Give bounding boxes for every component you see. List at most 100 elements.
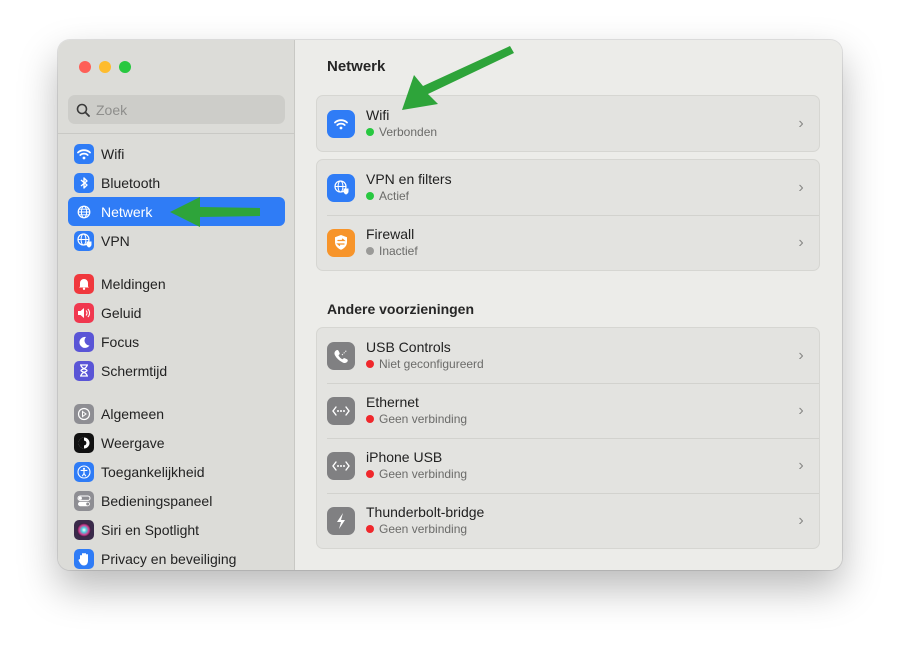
row-text: iPhone USB Geen verbinding bbox=[366, 449, 789, 482]
service-title: Wifi bbox=[366, 107, 390, 123]
sidebar-item-weergave[interactable]: Weergave bbox=[68, 428, 285, 457]
network-service-wifi[interactable]: Wifi Verbonden › bbox=[317, 96, 819, 151]
hourglass-icon bbox=[74, 360, 94, 381]
chevron-right-icon[interactable]: › bbox=[789, 234, 813, 252]
sidebar-item-label: Privacy en beveiliging bbox=[101, 550, 237, 567]
chevron-right-icon[interactable]: › bbox=[789, 347, 813, 365]
status-text: Geen verbinding bbox=[379, 522, 468, 536]
vpn-globe-icon bbox=[74, 230, 94, 251]
thunderbolt-icon bbox=[327, 506, 355, 535]
service-status: Geen verbinding bbox=[366, 466, 789, 482]
sidebar-item-netwerk[interactable]: Netwerk bbox=[68, 197, 285, 226]
wifi-card: Wifi Verbonden › bbox=[316, 95, 820, 152]
vpn-globe-icon bbox=[327, 173, 355, 202]
status-text: Actief bbox=[379, 189, 410, 203]
accessibility-icon bbox=[74, 461, 94, 482]
sidebar-item-bedieningspaneel[interactable]: Bedieningspaneel bbox=[68, 486, 285, 515]
sidebar-item-label: VPN bbox=[101, 232, 130, 249]
service-status: Geen verbinding bbox=[366, 411, 789, 427]
sidebar-item-focus[interactable]: Focus bbox=[68, 327, 285, 356]
sidebar: Wifi Bluetooth Netwerk VPN Meldingen Geluid Fo… bbox=[58, 40, 295, 570]
sidebar-item-label: Bluetooth bbox=[101, 174, 161, 191]
chevron-right-icon[interactable]: › bbox=[789, 115, 813, 133]
network-service-vpn-en-filters[interactable]: VPN en filters Actief › bbox=[317, 160, 819, 215]
search-field[interactable] bbox=[68, 95, 285, 124]
row-text: Firewall Inactief bbox=[366, 226, 789, 259]
network-service-thunderbolt-bridge[interactable]: Thunderbolt-bridge Geen verbinding › bbox=[317, 493, 819, 548]
sidebar-group: Meldingen Geluid Focus Schermtijd bbox=[68, 269, 285, 385]
sidebar-item-label: Algemeen bbox=[101, 405, 165, 422]
service-status: Geen verbinding bbox=[366, 521, 789, 537]
phone-icon bbox=[327, 341, 355, 370]
sidebar-item-label: Meldingen bbox=[101, 275, 166, 292]
service-title: Thunderbolt-bridge bbox=[366, 504, 485, 520]
sidebar-item-label: Wifi bbox=[101, 145, 125, 162]
status-text: Inactief bbox=[379, 244, 418, 258]
main-pane: Netwerk Wifi Verbonden › VPN en filters … bbox=[296, 40, 842, 570]
service-title: USB Controls bbox=[366, 339, 451, 355]
status-dot-icon bbox=[366, 360, 374, 368]
other-services-card: USB Controls Niet geconfigureerd › Ether… bbox=[316, 327, 820, 549]
globe-icon bbox=[74, 202, 94, 222]
toggles-icon bbox=[74, 490, 94, 511]
status-dot-icon bbox=[366, 470, 374, 478]
hand-icon bbox=[74, 548, 94, 569]
page-title: Netwerk bbox=[327, 58, 386, 75]
siri-icon bbox=[74, 519, 94, 540]
bluetooth-icon bbox=[74, 172, 94, 193]
sidebar-item-label: Netwerk bbox=[101, 203, 153, 220]
chevron-right-icon[interactable]: › bbox=[789, 179, 813, 197]
row-text: Thunderbolt-bridge Geen verbinding bbox=[366, 504, 789, 537]
service-title: VPN en filters bbox=[366, 171, 452, 187]
sidebar-item-toegankelijkheid[interactable]: Toegankelijkheid bbox=[68, 457, 285, 486]
sidebar-item-algemeen[interactable]: Algemeen bbox=[68, 399, 285, 428]
network-service-iphone-usb[interactable]: iPhone USB Geen verbinding › bbox=[317, 438, 819, 493]
status-dot-icon bbox=[366, 415, 374, 423]
search-icon bbox=[76, 103, 90, 117]
sidebar-item-label: Focus bbox=[101, 333, 140, 350]
sidebar-item-wifi[interactable]: Wifi bbox=[68, 139, 285, 168]
sidebar-item-label: Geluid bbox=[101, 304, 142, 321]
sidebar-group: Wifi Bluetooth Netwerk VPN bbox=[68, 139, 285, 255]
firewall-shield-icon bbox=[327, 228, 355, 257]
minimize-button[interactable] bbox=[99, 61, 111, 73]
bell-icon bbox=[74, 273, 94, 294]
service-status: Verbonden bbox=[366, 124, 789, 140]
chevron-right-icon[interactable]: › bbox=[789, 512, 813, 530]
close-button[interactable] bbox=[79, 61, 91, 73]
status-dot-icon bbox=[366, 525, 374, 533]
status-dot-icon bbox=[366, 247, 374, 255]
moon-icon bbox=[74, 331, 94, 352]
sidebar-item-schermtijd[interactable]: Schermtijd bbox=[68, 356, 285, 385]
chevron-right-icon[interactable]: › bbox=[789, 457, 813, 475]
status-dot-icon bbox=[366, 128, 374, 136]
sidebar-item-meldingen[interactable]: Meldingen bbox=[68, 269, 285, 298]
network-service-ethernet[interactable]: Ethernet Geen verbinding › bbox=[317, 383, 819, 438]
sidebar-item-geluid[interactable]: Geluid bbox=[68, 298, 285, 327]
system-settings-window: Wifi Bluetooth Netwerk VPN Meldingen Geluid Fo… bbox=[58, 40, 842, 570]
wifi-icon bbox=[327, 109, 355, 138]
sidebar-divider bbox=[58, 133, 294, 134]
sidebar-item-label: Schermtijd bbox=[101, 362, 168, 379]
sidebar-item-vpn[interactable]: VPN bbox=[68, 226, 285, 255]
traffic-lights bbox=[79, 61, 131, 73]
zoom-button[interactable] bbox=[119, 61, 131, 73]
search-input[interactable] bbox=[96, 101, 276, 118]
sidebar-item-siri-en-spotlight[interactable]: Siri en Spotlight bbox=[68, 515, 285, 544]
status-text: Niet geconfigureerd bbox=[379, 357, 484, 371]
sidebar-item-label: Bedieningspaneel bbox=[101, 492, 213, 509]
network-service-usb-controls[interactable]: USB Controls Niet geconfigureerd › bbox=[317, 328, 819, 383]
row-text: Ethernet Geen verbinding bbox=[366, 394, 789, 427]
sidebar-item-bluetooth[interactable]: Bluetooth bbox=[68, 168, 285, 197]
status-text: Verbonden bbox=[379, 125, 438, 139]
display-icon bbox=[74, 432, 94, 453]
ethernet-icon bbox=[327, 396, 355, 425]
service-status: Niet geconfigureerd bbox=[366, 356, 789, 372]
service-status: Actief bbox=[366, 188, 789, 204]
sidebar-list: Wifi Bluetooth Netwerk VPN Meldingen Geluid Fo… bbox=[68, 139, 285, 570]
row-text: Wifi Verbonden bbox=[366, 107, 789, 140]
chevron-right-icon[interactable]: › bbox=[789, 402, 813, 420]
row-text: USB Controls Niet geconfigureerd bbox=[366, 339, 789, 372]
network-service-firewall[interactable]: Firewall Inactief › bbox=[317, 215, 819, 270]
sidebar-item-privacy-en-beveiliging[interactable]: Privacy en beveiliging bbox=[68, 544, 285, 570]
